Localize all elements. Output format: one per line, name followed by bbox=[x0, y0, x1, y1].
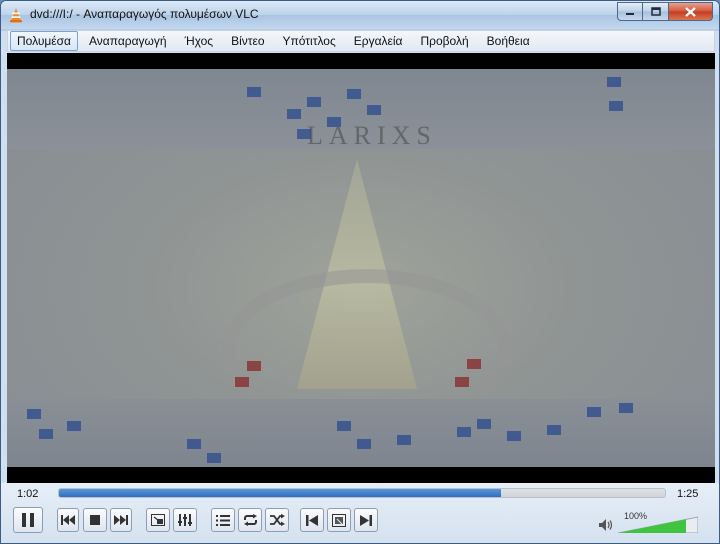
speaker-icon[interactable] bbox=[599, 519, 613, 531]
artifact-block bbox=[247, 87, 261, 97]
menu-tools[interactable]: Εργαλεία bbox=[347, 31, 410, 51]
video-ring bbox=[222, 269, 512, 429]
previous-button[interactable] bbox=[57, 508, 79, 532]
close-icon bbox=[685, 6, 696, 17]
artifact-block bbox=[297, 129, 311, 139]
loop-icon bbox=[243, 514, 257, 526]
fullscreen-icon bbox=[151, 514, 165, 526]
artifact-block bbox=[587, 407, 601, 417]
shuffle-button[interactable] bbox=[265, 508, 289, 532]
artifact-block bbox=[607, 77, 621, 87]
video-area[interactable]: LARIXS bbox=[7, 53, 715, 483]
artifact-block bbox=[477, 419, 491, 429]
artifact-block bbox=[619, 403, 633, 413]
artifact-block bbox=[327, 117, 341, 127]
artifact-block bbox=[367, 105, 381, 115]
fullscreen-button[interactable] bbox=[146, 508, 170, 532]
minimize-icon bbox=[626, 12, 634, 15]
stop-button[interactable] bbox=[83, 508, 107, 532]
artifact-block bbox=[307, 97, 321, 107]
menu-bar: Πολυμέσα Αναπαραγωγή Ήχος Βίντεο Υπότιτλ… bbox=[7, 30, 715, 52]
close-button[interactable] bbox=[669, 2, 713, 21]
volume-percent: 100% bbox=[624, 511, 648, 521]
loop-button[interactable] bbox=[238, 508, 262, 532]
artifact-block bbox=[357, 439, 371, 449]
frame-next-icon bbox=[360, 514, 372, 526]
elapsed-time: 1:02 bbox=[17, 488, 39, 500]
pause-button[interactable] bbox=[13, 507, 43, 533]
menu-video[interactable]: Βίντεο bbox=[224, 31, 271, 51]
playlist-button[interactable] bbox=[211, 508, 235, 532]
frame-previous-button[interactable] bbox=[300, 508, 324, 532]
artifact-block bbox=[207, 453, 221, 463]
shuffle-icon bbox=[269, 514, 285, 526]
vlc-cone-icon bbox=[10, 8, 22, 23]
artifact-block bbox=[547, 425, 561, 435]
video-frame: LARIXS bbox=[7, 69, 715, 467]
total-time: 1:25 bbox=[677, 488, 699, 500]
playlist-icon bbox=[216, 514, 230, 526]
next-button[interactable] bbox=[110, 508, 132, 532]
frame-previous-icon bbox=[306, 514, 318, 526]
menu-playback[interactable]: Αναπαραγωγή bbox=[82, 31, 174, 51]
vlc-window: dvd:///I:/ - Αναπαραγωγός πολυμέσων VLC … bbox=[0, 0, 720, 544]
menu-help[interactable]: Βοήθεια bbox=[480, 31, 537, 51]
window-controls bbox=[617, 2, 713, 21]
artifact-block bbox=[67, 421, 81, 431]
equalizer-icon bbox=[178, 514, 192, 526]
title-bar[interactable]: dvd:///I:/ - Αναπαραγωγός πολυμέσων VLC bbox=[1, 1, 719, 29]
record-icon bbox=[332, 513, 346, 527]
window-title: dvd:///I:/ - Αναπαραγωγός πολυμέσων VLC bbox=[30, 7, 259, 21]
artifact-block-red bbox=[455, 377, 469, 387]
maximize-button[interactable] bbox=[643, 2, 669, 21]
artifact-block-red bbox=[235, 377, 249, 387]
skip-next-icon bbox=[114, 515, 128, 525]
artifact-block bbox=[507, 431, 521, 441]
artifact-block bbox=[347, 89, 361, 99]
frame-next-button[interactable] bbox=[354, 508, 378, 532]
snapshot-button[interactable] bbox=[327, 508, 351, 532]
artifact-block bbox=[39, 429, 53, 439]
artifact-block bbox=[609, 101, 623, 111]
artifact-block bbox=[337, 421, 351, 431]
artifact-block bbox=[457, 427, 471, 437]
artifact-block bbox=[397, 435, 411, 445]
seek-bar-fill bbox=[59, 489, 502, 497]
menu-media[interactable]: Πολυμέσα bbox=[10, 31, 78, 51]
skip-previous-icon bbox=[61, 515, 75, 525]
seek-bar[interactable] bbox=[58, 488, 666, 498]
artifact-block-red bbox=[467, 359, 481, 369]
artifact-block-red bbox=[247, 361, 261, 371]
artifact-block bbox=[27, 409, 41, 419]
artifact-block bbox=[187, 439, 201, 449]
control-panel: 1:02 1:25 bbox=[1, 483, 719, 543]
menu-audio[interactable]: Ήχος bbox=[178, 31, 221, 51]
artifact-block bbox=[287, 109, 301, 119]
extended-settings-button[interactable] bbox=[173, 508, 197, 532]
stop-icon bbox=[90, 515, 100, 525]
volume-fill bbox=[618, 519, 686, 533]
maximize-icon bbox=[650, 7, 661, 16]
menu-view[interactable]: Προβολή bbox=[413, 31, 475, 51]
pause-icon bbox=[22, 513, 34, 527]
minimize-button[interactable] bbox=[617, 2, 643, 21]
menu-subtitle[interactable]: Υπότιτλος bbox=[276, 31, 343, 51]
